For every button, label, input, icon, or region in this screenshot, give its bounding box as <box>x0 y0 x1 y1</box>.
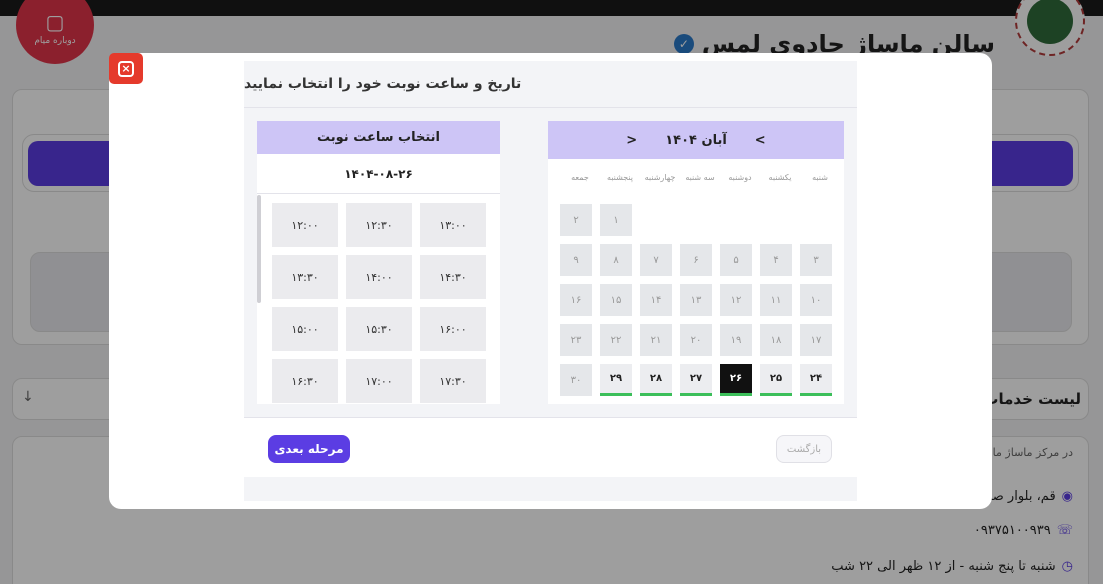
modal-footer: مرحله بعدی بازگشت <box>244 417 857 477</box>
calendar-day[interactable]: ۱۲ <box>720 284 752 316</box>
calendar-day[interactable]: ۲۳ <box>560 324 592 356</box>
calendar-day[interactable]: ۲۵ <box>760 364 792 396</box>
modal-title: تاریخ و ساعت نوبت خود را انتخاب نمایید <box>244 61 857 108</box>
time-slot[interactable]: ۱۷:۳۰ <box>420 359 486 403</box>
calendar-day[interactable]: ۲۴ <box>800 364 832 396</box>
time-slot[interactable]: ۱۳:۳۰ <box>272 255 338 299</box>
time-slot[interactable]: ۱۷:۰۰ <box>346 359 412 403</box>
calendar-days: ۱ ۲ ۳ ۴ ۵ ۶ ۷ ۸ ۹ ۱۰ ۱۱ ۱۲ ۱۳ ۱۴ ۱۵ ۱۶ ۱۷ ۱۸ ۱۹ ۲۰ ۲۱ ۲۲ ۲۳ ۲۴ ۲… <box>548 121 844 404</box>
calendar-day[interactable]: ۲۲ <box>600 324 632 356</box>
time-picker-title: انتخاب ساعت نوبت <box>257 121 500 154</box>
calendar-day[interactable]: ۱۴ <box>640 284 672 316</box>
time-picker: انتخاب ساعت نوبت ۱۴۰۴-۰۸-۲۶ ۱۳:۰۰ ۱۲:۳۰ ۱۲… <box>257 121 500 404</box>
time-scrollbar[interactable] <box>257 195 261 303</box>
calendar-day[interactable]: ۲۱ <box>640 324 672 356</box>
calendar-day[interactable]: ۲۷ <box>680 364 712 396</box>
back-button[interactable]: بازگشت <box>776 435 832 463</box>
calendar-day[interactable]: ۱ <box>600 204 632 236</box>
date-picker: > آبان ۱۴۰۴ < شنبه یکشنبه دوشنبه سه شنبه چها… <box>548 121 844 404</box>
calendar-day[interactable]: ۳۰ <box>560 364 592 396</box>
time-slot[interactable]: ۱۵:۳۰ <box>346 307 412 351</box>
calendar-day[interactable]: ۴ <box>760 244 792 276</box>
calendar-day[interactable]: ۷ <box>640 244 672 276</box>
time-slot[interactable]: ۱۲:۳۰ <box>346 203 412 247</box>
calendar-day[interactable]: ۲ <box>560 204 592 236</box>
calendar-day[interactable]: ۳ <box>800 244 832 276</box>
close-button[interactable]: × <box>109 53 143 84</box>
time-slot[interactable]: ۱۴:۰۰ <box>346 255 412 299</box>
calendar-day[interactable]: ۱۱ <box>760 284 792 316</box>
calendar-day[interactable]: ۱۳ <box>680 284 712 316</box>
calendar-day[interactable]: ۲۸ <box>640 364 672 396</box>
time-slot[interactable]: ۱۳:۰۰ <box>420 203 486 247</box>
time-slot[interactable]: ۱۲:۰۰ <box>272 203 338 247</box>
calendar-day[interactable]: ۱۰ <box>800 284 832 316</box>
appointment-panel: تاریخ و ساعت نوبت خود را انتخاب نمایید >… <box>244 61 857 501</box>
calendar-day[interactable]: ۲۰ <box>680 324 712 356</box>
calendar-day[interactable]: ۹ <box>560 244 592 276</box>
calendar-day[interactable]: ۱۵ <box>600 284 632 316</box>
calendar-day[interactable]: ۱۹ <box>720 324 752 356</box>
calendar-day[interactable]: ۱۷ <box>800 324 832 356</box>
calendar-day[interactable]: ۶ <box>680 244 712 276</box>
time-slot[interactable]: ۱۴:۳۰ <box>420 255 486 299</box>
time-slot[interactable]: ۱۶:۳۰ <box>272 359 338 403</box>
calendar-day[interactable]: ۸ <box>600 244 632 276</box>
calendar-day[interactable]: ۱۸ <box>760 324 792 356</box>
calendar-day[interactable]: ۱۶ <box>560 284 592 316</box>
calendar-day[interactable]: ۲۹ <box>600 364 632 396</box>
close-icon: × <box>118 60 134 77</box>
calendar-day-selected[interactable]: ۲۶ <box>720 364 752 396</box>
time-slot[interactable]: ۱۶:۰۰ <box>420 307 486 351</box>
next-step-button[interactable]: مرحله بعدی <box>268 435 350 463</box>
selected-date: ۱۴۰۴-۰۸-۲۶ <box>257 154 500 194</box>
calendar-day[interactable]: ۵ <box>720 244 752 276</box>
time-slot[interactable]: ۱۵:۰۰ <box>272 307 338 351</box>
